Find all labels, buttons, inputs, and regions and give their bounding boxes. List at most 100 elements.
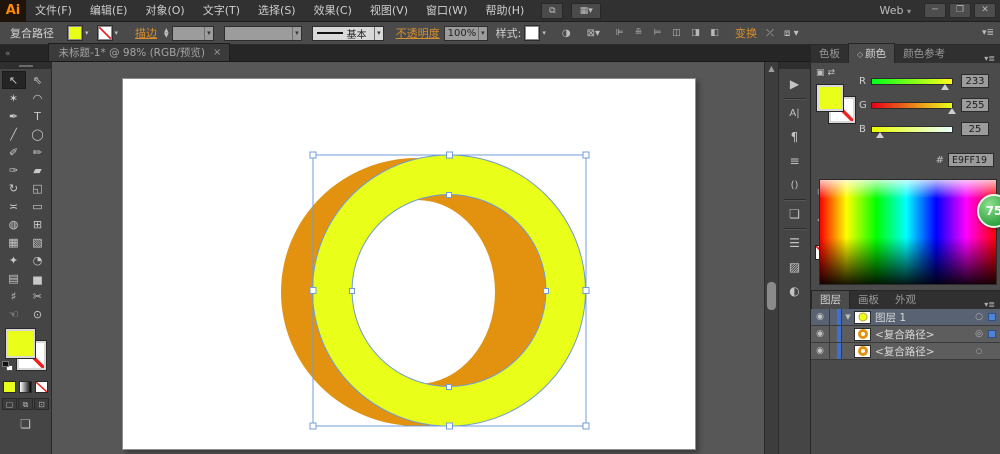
menu-item[interactable]: 文字(T) <box>194 0 249 21</box>
menu-item[interactable]: 视图(V) <box>361 0 417 21</box>
close-button[interactable]: ✕ <box>974 3 996 18</box>
stroke-panel-icon[interactable]: ☰ <box>782 231 808 255</box>
fill-color-swatch[interactable] <box>68 26 82 40</box>
hand-tool-icon[interactable]: ☜ <box>2 305 26 323</box>
width-tool-tool-icon[interactable]: ≍ <box>2 197 26 215</box>
bridge-icon[interactable]: ⧉ <box>541 3 563 19</box>
color-button[interactable] <box>3 381 16 393</box>
transform-link[interactable]: 变换 <box>731 25 761 41</box>
chevron-down-icon[interactable]: ▾ <box>374 27 383 40</box>
layers-panel-menu-icon[interactable]: ▾≣ <box>984 300 995 309</box>
dock-collapse-icon[interactable]: « <box>0 49 15 61</box>
stroke-color-swatch[interactable] <box>98 26 112 40</box>
layer-row-2[interactable]: ◉▼<复合路径>○ <box>811 343 1000 360</box>
layer-row-0[interactable]: ◉▼图层 1○ <box>811 309 1000 326</box>
layers-tab-画板[interactable]: 画板 <box>850 290 887 309</box>
recolor-artwork-icon[interactable]: ◑ <box>557 28 576 39</box>
pen-tool-icon[interactable]: ✒ <box>2 107 26 125</box>
artwork[interactable] <box>52 62 764 454</box>
dock-header[interactable] <box>779 62 810 69</box>
scroll-up-icon[interactable]: ▲ <box>765 64 778 73</box>
stroke-width-dropdown[interactable]: ▾ <box>172 26 214 41</box>
paintbrush-tool-icon[interactable]: ✐ <box>2 143 26 161</box>
chevron-down-icon[interactable]: ▾ <box>292 27 301 40</box>
menu-item[interactable]: 编辑(E) <box>81 0 137 21</box>
menu-item[interactable]: 效果(C) <box>305 0 361 21</box>
workspace-layout-icon[interactable]: ▦▾ <box>571 3 601 19</box>
slider-thumb[interactable] <box>948 108 956 114</box>
align-button-3[interactable]: ◫ <box>668 26 685 41</box>
menu-item[interactable]: 文件(F) <box>26 0 81 21</box>
blend-tool-icon[interactable]: ◔ <box>26 251 50 269</box>
opacity-dropdown[interactable]: 100%▾ <box>444 26 488 41</box>
slider-value-G[interactable]: 255 <box>961 98 989 112</box>
align-button-0[interactable]: ⊫ <box>611 26 628 41</box>
slider-value-R[interactable]: 233 <box>961 74 989 88</box>
slider-value-B[interactable]: 25 <box>961 122 989 136</box>
bounding-box-icon[interactable]: ⤫ <box>761 28 779 39</box>
selection-handle[interactable] <box>447 423 453 429</box>
target-circle-icon[interactable]: ○ <box>972 347 986 355</box>
document-tab[interactable]: 未标题-1* @ 98% (RGB/预览) × <box>48 43 231 61</box>
chevron-down-icon[interactable]: ▾ <box>112 29 122 37</box>
layer-name[interactable]: <复合路径> <box>875 327 972 342</box>
artboard-tool-icon[interactable]: ♯ <box>2 287 26 305</box>
paragraph-panel-icon[interactable]: ¶ <box>782 125 808 149</box>
anchor-point[interactable] <box>544 289 549 294</box>
vertical-scrollbar[interactable]: ▲ <box>764 62 778 454</box>
fill-swatch[interactable] <box>817 85 843 111</box>
chevron-down-icon[interactable]: ▾ <box>82 29 92 37</box>
stroke-width-stepper[interactable]: ▲▼ <box>164 28 169 38</box>
style-swatch[interactable] <box>525 26 539 40</box>
layer-name[interactable]: 图层 1 <box>875 310 972 325</box>
layer-row-1[interactable]: ◉▼<复合路径>◎ <box>811 326 1000 343</box>
selection-handle[interactable] <box>583 423 589 429</box>
align-button-5[interactable]: ◧ <box>706 26 723 41</box>
align-button-2[interactable]: ⊨ <box>649 26 666 41</box>
layer-thumbnail[interactable] <box>854 311 871 324</box>
selection-tool-icon[interactable]: ↖ <box>2 71 26 89</box>
selection-handle[interactable] <box>310 288 316 294</box>
gradient-tool-icon[interactable]: ▧ <box>26 233 50 251</box>
target-circle-icon[interactable]: ○ <box>972 312 986 322</box>
hex-input[interactable]: E9FF19 <box>948 153 994 167</box>
magic-wand-tool-icon[interactable]: ✶ <box>2 89 26 107</box>
slice-tool-icon[interactable]: ✂ <box>26 287 50 305</box>
shape-builder-tool-icon[interactable]: ◍ <box>2 215 26 233</box>
target-circle-icon[interactable]: ◎ <box>972 329 986 339</box>
restore-button[interactable]: ❐ <box>949 3 971 18</box>
slider-track-B[interactable] <box>871 126 953 133</box>
blob-brush-tool-icon[interactable]: ✑ <box>2 161 26 179</box>
opacity-link[interactable]: 不透明度 <box>392 25 444 41</box>
slider-thumb[interactable] <box>941 84 949 90</box>
scrollbar-thumb[interactable] <box>767 282 776 310</box>
paragraph-styles-panel-icon[interactable]: ≡ <box>782 149 808 173</box>
fill-swatch[interactable] <box>6 329 35 358</box>
canvas[interactable] <box>52 62 764 454</box>
eraser-tool-icon[interactable]: ▰ <box>26 161 50 179</box>
color-spectrum[interactable] <box>819 179 997 285</box>
menu-item[interactable]: 帮助(H) <box>476 0 533 21</box>
default-fill-stroke-icon[interactable] <box>2 361 13 371</box>
chevron-down-icon[interactable]: ▾ <box>478 27 487 40</box>
none-button[interactable] <box>35 381 48 393</box>
control-panel-menu-icon[interactable]: ▾≣ <box>982 28 994 38</box>
screen-mode-icon[interactable]: ❏ <box>20 417 31 431</box>
anchor-point[interactable] <box>350 289 355 294</box>
color-tab-颜色[interactable]: ◇颜色 <box>848 43 895 63</box>
color-tab-颜色参考[interactable]: 颜色参考 <box>895 44 953 63</box>
anchor-point[interactable] <box>447 193 452 198</box>
selection-handle[interactable] <box>310 423 316 429</box>
ellipse-tool-icon[interactable]: ◯ <box>26 125 50 143</box>
tab-close-icon[interactable]: × <box>213 47 221 58</box>
lasso-tool-icon[interactable]: ◠ <box>26 89 50 107</box>
layer-thumbnail[interactable] <box>854 328 871 341</box>
symbol-sprayer-tool-icon[interactable]: ▤ <box>2 269 26 287</box>
layer-name[interactable]: <复合路径> <box>875 344 972 359</box>
shape-mode-icon[interactable]: ⊠▾ <box>582 28 605 39</box>
selection-handle[interactable] <box>583 288 589 294</box>
eyedropper-tool-icon[interactable]: ✦ <box>2 251 26 269</box>
draw-inside-icon[interactable]: ⊡ <box>34 398 49 410</box>
selection-indicator[interactable] <box>988 330 996 338</box>
character-panel-icon[interactable]: A| <box>782 101 808 125</box>
